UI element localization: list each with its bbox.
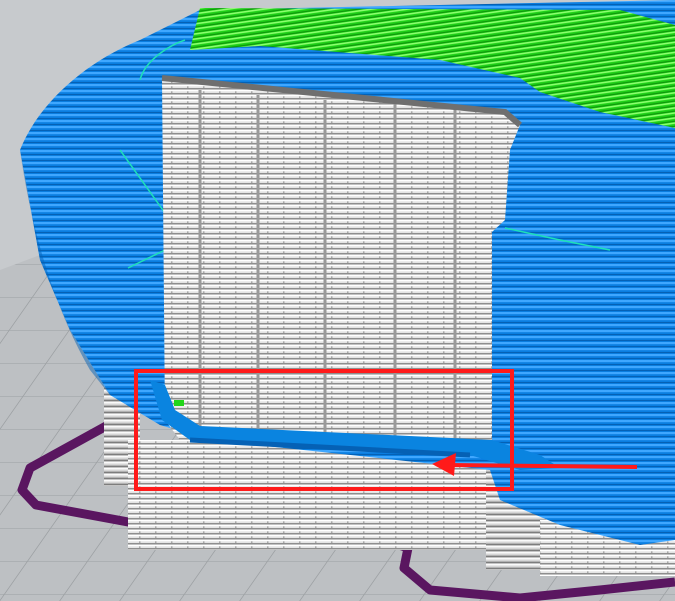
small-skin-patch [174, 400, 184, 406]
pointer-arrow-line [447, 463, 638, 469]
gcode-preview-viewport[interactable] [0, 0, 675, 601]
support-structure-main [161, 75, 522, 448]
layer-preview-scene[interactable] [0, 0, 675, 601]
